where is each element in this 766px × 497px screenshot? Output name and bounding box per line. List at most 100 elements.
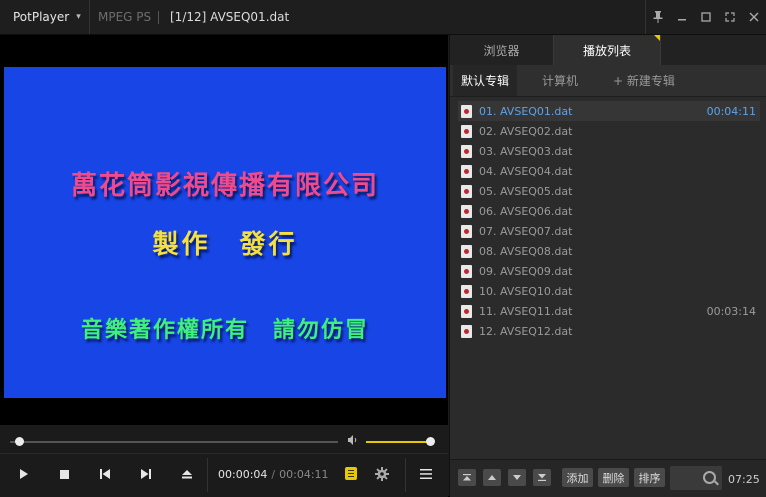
menu-button[interactable]	[406, 454, 446, 494]
minimize-icon	[678, 19, 686, 21]
minimize-button[interactable]	[670, 0, 694, 34]
video-text-line2: 製作 發行	[152, 230, 298, 260]
play-icon	[20, 469, 28, 479]
add-button[interactable]: 添加	[562, 468, 593, 487]
new-album-button[interactable]: + 新建专辑	[613, 65, 675, 96]
playlist-item[interactable]: 01. AVSEQ01.dat 00:04:11	[458, 101, 760, 121]
pin-button[interactable]	[646, 0, 670, 34]
title-bar: PotPlayer ▾ MPEG PS [1/12] AVSEQ01.dat	[0, 0, 766, 35]
playlist-item[interactable]: 04. AVSEQ04.dat	[458, 161, 760, 181]
settings-button[interactable]	[362, 454, 402, 494]
playlist-item-label: 01. AVSEQ01.dat	[479, 104, 573, 118]
tab-browser[interactable]: 浏览器	[450, 35, 553, 65]
playlist-item-duration: 00:04:11	[706, 105, 756, 118]
close-icon	[749, 12, 759, 22]
next-icon	[141, 469, 151, 479]
playlist-item[interactable]: 08. AVSEQ08.dat	[458, 241, 760, 261]
playlist-panel: 浏览器 播放列表 默认专辑 计算机 + 新建专辑 01. AVSEQ01.dat…	[449, 35, 766, 497]
seek-row	[0, 430, 448, 452]
video-text-line3: 音樂著作權所有 請勿仿冒	[80, 317, 369, 343]
file-icon	[461, 124, 472, 138]
playlist-item[interactable]: 11. AVSEQ11.dat 00:03:14	[458, 301, 760, 321]
playlist-item-label: 09. AVSEQ09.dat	[479, 264, 573, 278]
seek-bar[interactable]	[10, 441, 338, 443]
file-icon	[461, 144, 472, 158]
playlist-item-label: 11. AVSEQ11.dat	[479, 304, 573, 318]
total-duration: 07:25	[728, 473, 760, 486]
panel-tabs: 浏览器 播放列表	[450, 35, 766, 65]
playlist-item-label: 03. AVSEQ03.dat	[479, 144, 573, 158]
video-frame: 萬花筒影視傳播有限公司 製作 發行 音樂著作權所有 請勿仿冒	[4, 67, 446, 398]
playlist-item-label: 06. AVSEQ06.dat	[479, 204, 573, 218]
fullscreen-icon	[725, 12, 735, 22]
pin-icon	[653, 11, 663, 23]
playlist-item[interactable]: 05. AVSEQ05.dat	[458, 181, 760, 201]
move-top-icon	[463, 474, 471, 481]
seek-handle[interactable]	[14, 437, 24, 446]
file-icon	[461, 184, 472, 198]
potplayer-window: PotPlayer ▾ MPEG PS [1/12] AVSEQ01.dat 萬…	[0, 0, 766, 497]
playlist-item-label: 04. AVSEQ04.dat	[479, 164, 573, 178]
app-name: PotPlayer	[13, 10, 70, 24]
playlist-item[interactable]: 06. AVSEQ06.dat	[458, 201, 760, 221]
move-bottom-button[interactable]	[533, 469, 551, 486]
video-area[interactable]: 萬花筒影視傳播有限公司 製作 發行 音樂著作權所有 請勿仿冒	[0, 35, 448, 425]
tab-playlist-label: 播放列表	[582, 43, 631, 58]
move-up-button[interactable]	[483, 469, 501, 486]
app-menu-button[interactable]: PotPlayer ▾	[0, 0, 90, 34]
playlist-item[interactable]: 09. AVSEQ09.dat	[458, 261, 760, 281]
search-button[interactable]	[670, 466, 722, 490]
playlist-item[interactable]: 03. AVSEQ03.dat	[458, 141, 760, 161]
playlist-item-label: 07. AVSEQ07.dat	[479, 224, 573, 238]
tab-playlist[interactable]: 播放列表	[553, 35, 661, 65]
sort-button[interactable]: 排序	[634, 468, 665, 487]
move-down-button[interactable]	[508, 469, 526, 486]
file-icon	[461, 244, 472, 258]
current-time: 00:00:04	[218, 468, 268, 481]
tab-default-album[interactable]: 默认专辑	[453, 65, 517, 96]
playlist-toggle-icon[interactable]	[345, 467, 357, 480]
previous-button[interactable]	[85, 454, 125, 494]
playlist-item-duration: 00:03:14	[706, 305, 756, 318]
album-tabs: 默认专辑 计算机 + 新建专辑	[450, 65, 766, 97]
file-icon	[461, 104, 472, 118]
move-up-icon	[488, 475, 496, 480]
eject-icon	[182, 470, 192, 479]
stop-icon	[59, 469, 69, 479]
play-button[interactable]	[4, 454, 44, 494]
next-button[interactable]	[126, 454, 166, 494]
eject-button[interactable]	[167, 454, 207, 494]
playlist-item[interactable]: 07. AVSEQ07.dat	[458, 221, 760, 241]
playlist-item-label: 05. AVSEQ05.dat	[479, 184, 573, 198]
title-separator	[158, 11, 159, 24]
playlist-toolbar: 添加 删除 排序 07:25	[450, 459, 766, 497]
chevron-down-icon: ▾	[76, 12, 81, 22]
fullscreen-button[interactable]	[718, 0, 742, 34]
total-time: 00:04:11	[279, 468, 329, 481]
volume-handle[interactable]	[426, 437, 435, 446]
playlist-item[interactable]: 10. AVSEQ10.dat	[458, 281, 760, 301]
playlist-item-label: 10. AVSEQ10.dat	[479, 284, 573, 298]
stop-button[interactable]	[44, 454, 84, 494]
control-divider	[207, 458, 208, 492]
volume-icon[interactable]	[347, 434, 359, 449]
file-icon	[461, 164, 472, 178]
playlist-item[interactable]: 12. AVSEQ12.dat	[458, 321, 760, 341]
delete-button[interactable]: 删除	[598, 468, 629, 487]
file-icon	[461, 324, 472, 338]
file-icon	[461, 304, 472, 318]
window-title: [1/12] AVSEQ01.dat	[170, 10, 290, 24]
playlist-item[interactable]: 02. AVSEQ02.dat	[458, 121, 760, 141]
volume-slider[interactable]	[366, 441, 430, 443]
maximize-button[interactable]	[694, 0, 718, 34]
move-bottom-icon	[538, 474, 546, 481]
time-display: 00:00:04/00:04:11	[218, 468, 329, 481]
file-icon	[461, 224, 472, 238]
hamburger-icon	[420, 469, 432, 479]
playlist-item-label: 08. AVSEQ08.dat	[479, 244, 573, 258]
control-bar: 00:00:04/00:04:11	[0, 453, 448, 497]
move-top-button[interactable]	[458, 469, 476, 486]
tab-computer[interactable]: 计算机	[542, 65, 578, 96]
file-icon	[461, 284, 472, 298]
close-button[interactable]	[742, 0, 766, 34]
